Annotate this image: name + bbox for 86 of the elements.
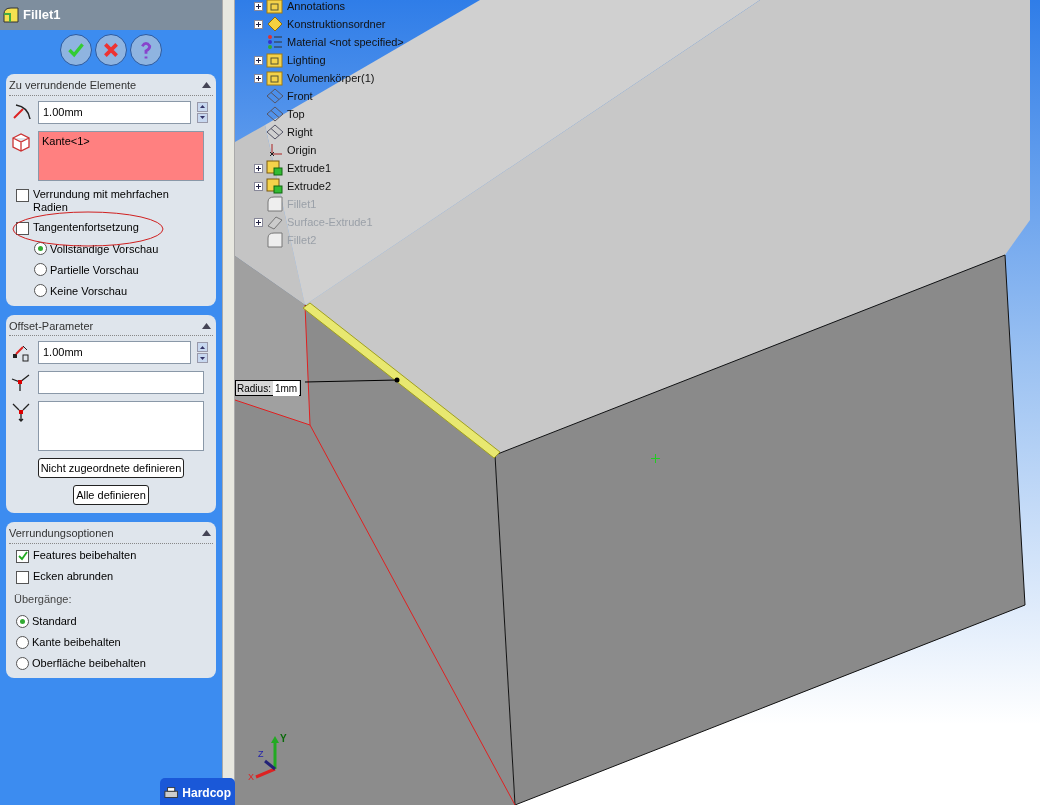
radio-label: Keine Vorschau bbox=[50, 283, 128, 298]
checkbox[interactable] bbox=[16, 188, 29, 202]
panel-title: Fillet1 bbox=[23, 6, 61, 25]
check-icon bbox=[17, 551, 28, 561]
expand-icon[interactable] bbox=[253, 73, 263, 83]
material-icon bbox=[266, 34, 284, 50]
printer-icon bbox=[164, 786, 179, 800]
checkbox[interactable] bbox=[16, 549, 29, 563]
radio-button[interactable] bbox=[16, 635, 29, 649]
define-button[interactable]: Alle definieren bbox=[73, 485, 149, 505]
tree-item[interactable]: Annotations bbox=[287, 0, 346, 15]
selection-field[interactable] bbox=[38, 371, 204, 394]
down-arrow-icon bbox=[200, 116, 205, 119]
radio-button[interactable] bbox=[34, 263, 47, 276]
checkbox[interactable] bbox=[16, 221, 29, 235]
origin-mark-icon bbox=[651, 454, 660, 463]
tree-item[interactable]: Material <not specified> bbox=[287, 33, 404, 51]
down-arrow-icon bbox=[200, 356, 205, 360]
radio-button[interactable] bbox=[16, 656, 29, 670]
value-field[interactable]: 1.00mm bbox=[38, 341, 191, 364]
spin-up-button[interactable] bbox=[197, 101, 208, 112]
plane-icon bbox=[266, 106, 284, 122]
fillet-icon bbox=[266, 232, 284, 248]
tree-item[interactable]: Lighting bbox=[287, 51, 326, 69]
tree-item[interactable]: Extrude1 bbox=[287, 159, 332, 177]
fillet-icon bbox=[266, 196, 284, 212]
value-field[interactable]: 1.00mm bbox=[38, 100, 191, 124]
checkbox-label: Tangentenfortsetzung bbox=[33, 220, 140, 234]
ok-button[interactable] bbox=[60, 34, 92, 66]
cancel-button[interactable] bbox=[95, 34, 127, 66]
selection-list[interactable] bbox=[38, 401, 204, 451]
checkbox[interactable] bbox=[16, 570, 29, 584]
collapse-icon[interactable] bbox=[202, 322, 211, 329]
plane-icon bbox=[266, 88, 284, 104]
extrude-icon bbox=[266, 178, 284, 194]
vertex-arrows-icon bbox=[10, 401, 32, 423]
tree-item[interactable]: Top bbox=[287, 105, 305, 123]
plane-icon bbox=[266, 124, 284, 140]
callout-value[interactable]: 1mm bbox=[272, 380, 300, 396]
up-arrow-icon bbox=[200, 105, 205, 108]
selection-list[interactable]: Kante<1> bbox=[38, 130, 204, 181]
radio-button[interactable] bbox=[34, 284, 47, 297]
checkbox-label: Verrundung mit mehrfachen Radien bbox=[33, 187, 170, 214]
expand-icon[interactable] bbox=[253, 217, 263, 227]
extrude-icon bbox=[266, 160, 284, 176]
define-button[interactable]: Nicht zugeordnete definieren bbox=[37, 458, 185, 478]
tree-item[interactable]: Konstruktionsordner bbox=[287, 15, 386, 33]
folder-icon bbox=[266, 0, 284, 14]
section-label: Übergänge: bbox=[13, 591, 73, 607]
spin-up-button[interactable] bbox=[197, 342, 208, 352]
callout-label: Radius: bbox=[237, 381, 271, 396]
radio-button[interactable] bbox=[16, 614, 29, 628]
radio-label: Oberfläche beibehalten bbox=[32, 656, 146, 670]
radio-button[interactable] bbox=[34, 242, 47, 255]
tree-item[interactable]: Origin bbox=[287, 141, 317, 159]
folder-icon bbox=[266, 70, 284, 86]
checkbox-label: Ecken abrunden bbox=[33, 569, 115, 583]
axis-triad-drawing: Y Z X bbox=[248, 733, 290, 781]
expand-icon[interactable] bbox=[253, 163, 263, 173]
folder-icon bbox=[266, 52, 284, 68]
surface-icon bbox=[266, 214, 284, 230]
collapse-icon[interactable] bbox=[202, 530, 211, 537]
help-button[interactable] bbox=[130, 34, 162, 66]
tree-item[interactable]: Right bbox=[287, 123, 313, 141]
expand-icon[interactable] bbox=[253, 1, 263, 11]
section-title: Offset-Parameter bbox=[9, 318, 94, 334]
expand-icon[interactable] bbox=[253, 19, 263, 29]
diamond-icon bbox=[266, 16, 284, 32]
spin-down-button[interactable] bbox=[197, 353, 208, 363]
up-arrow-icon bbox=[200, 345, 205, 349]
section-title: Verrundungsoptionen bbox=[9, 526, 114, 541]
collapse-icon[interactable] bbox=[202, 82, 211, 89]
tree-item[interactable]: Front bbox=[287, 87, 313, 105]
radio-label: Standard bbox=[32, 614, 77, 628]
radio-label: Partielle Vorschau bbox=[50, 262, 139, 277]
checkbox-label: Features beibehalten bbox=[33, 548, 138, 562]
tree-item[interactable]: Extrude2 bbox=[287, 177, 332, 195]
taskbar-title: Hardcop bbox=[182, 785, 231, 802]
section-title: Zu verrundende Elemente bbox=[9, 78, 137, 93]
spin-down-button[interactable] bbox=[197, 112, 208, 123]
taskbar-window[interactable]: Hardcop bbox=[160, 778, 235, 805]
fillet-icon bbox=[2, 6, 20, 24]
radio-label: Vollständige Vorschau bbox=[50, 241, 159, 256]
expand-icon[interactable] bbox=[253, 181, 263, 191]
expand-icon[interactable] bbox=[253, 55, 263, 65]
radio-label: Kante beibehalten bbox=[32, 635, 121, 649]
